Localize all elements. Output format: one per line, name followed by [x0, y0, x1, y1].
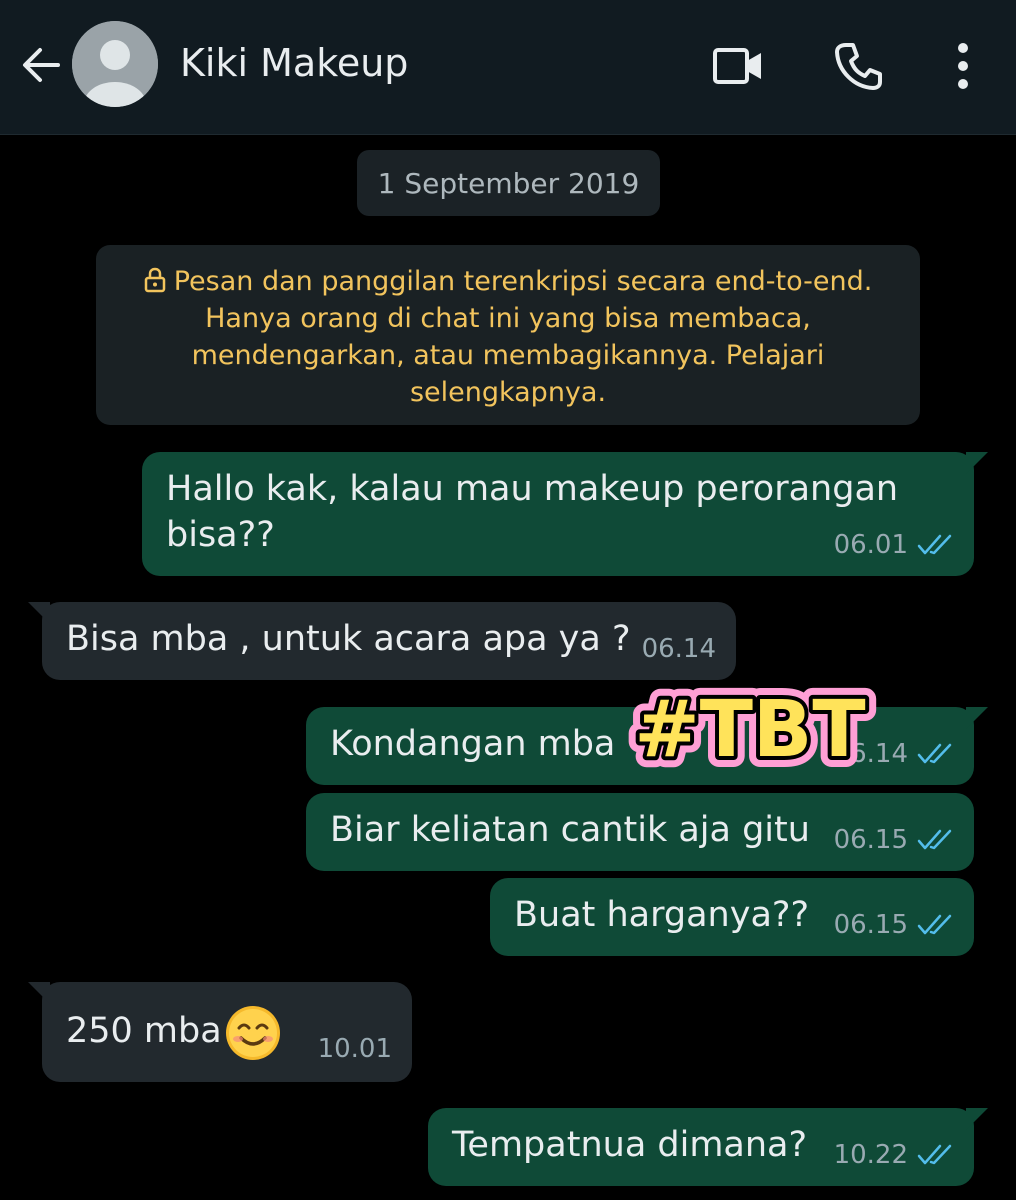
message-time: 06.14 — [641, 634, 716, 664]
phone-icon — [835, 43, 882, 90]
message-text: Bisa mba , untuk acara apa ya ? — [66, 619, 631, 659]
message-meta: 06.15 — [834, 902, 954, 948]
avatar[interactable] — [72, 21, 158, 107]
outgoing-message[interactable]: Buat harganya?? 06.15 — [490, 878, 974, 956]
message-text: Buat harganya?? — [514, 895, 810, 935]
double-check-icon — [917, 534, 952, 555]
message-text: Biar keliatan cantik aja gitu — [330, 810, 810, 850]
contact-name[interactable]: Kiki Makeup — [180, 41, 408, 85]
message-text: 250 mba — [66, 1011, 222, 1051]
bubble-tail — [966, 707, 988, 729]
outgoing-message[interactable]: Hallo kak, kalau mau makeup perorangan b… — [142, 452, 988, 576]
chat-header: Kiki Makeup — [0, 0, 1016, 135]
sticker-text: #TBT — [634, 685, 865, 775]
smiling-face-icon — [226, 1006, 280, 1060]
outgoing-message[interactable]: Biar keliatan cantik aja gitu 06.15 — [306, 793, 974, 871]
message-meta: 10.01 — [318, 1026, 392, 1072]
incoming-message[interactable]: Bisa mba , untuk acara apa ya ? 06.14 — [28, 602, 736, 680]
more-vertical-icon — [958, 43, 968, 89]
message-time: 06.15 — [833, 825, 908, 855]
double-check-icon — [917, 829, 952, 850]
video-call-button[interactable] — [710, 38, 766, 94]
date-divider: 1 September 2019 — [357, 150, 660, 216]
message-text: Tempatnua dimana? — [452, 1125, 808, 1165]
back-button[interactable] — [16, 40, 66, 90]
arrow-left-icon — [23, 48, 60, 82]
message-time: 06.15 — [833, 910, 908, 940]
bubble-tail — [28, 982, 50, 1004]
default-avatar-icon — [72, 21, 158, 107]
message-meta: 10.22 — [834, 1132, 954, 1178]
bubble-tail — [966, 1108, 988, 1130]
lock-icon — [144, 267, 165, 293]
message-meta: 06.14 — [642, 626, 716, 672]
message-meta: 06.01 — [834, 522, 954, 568]
outgoing-message[interactable]: Tempatnua dimana? 10.22 — [428, 1108, 988, 1186]
encryption-notice-text: Pesan dan panggilan terenkripsi secara e… — [173, 266, 873, 408]
message-text: bisa?? — [166, 515, 275, 555]
encryption-notice[interactable]: Pesan dan panggilan terenkripsi secara e… — [96, 245, 920, 425]
message-text: Hallo kak, kalau mau makeup perorangan — [166, 469, 899, 509]
double-check-icon — [917, 743, 952, 764]
message-time: 06.01 — [833, 530, 908, 560]
bubble-tail — [966, 452, 988, 474]
incoming-message[interactable]: 250 mba 10.01 — [28, 982, 412, 1082]
voice-call-button[interactable] — [830, 38, 886, 94]
message-text: Kondangan mba — [330, 724, 616, 764]
double-check-icon — [917, 914, 952, 935]
tbt-sticker: #TBT #TBT #TBT — [623, 680, 876, 778]
bubble-tail — [28, 602, 50, 624]
message-time: 10.01 — [317, 1034, 392, 1064]
double-check-icon — [917, 1144, 952, 1165]
message-meta: 06.15 — [834, 817, 954, 863]
video-call-icon — [713, 48, 761, 84]
message-time: 10.22 — [833, 1140, 908, 1170]
more-options-button[interactable] — [935, 38, 991, 94]
